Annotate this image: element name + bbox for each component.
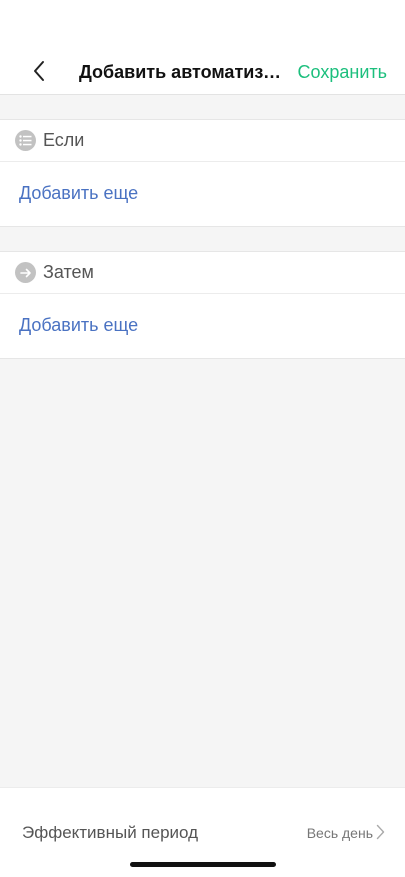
effective-period-label: Эффективный период (22, 823, 199, 842)
then-section-header: Затем (0, 252, 405, 294)
save-button[interactable]: Сохранить (298, 61, 387, 83)
add-action-link[interactable]: Добавить еще (0, 315, 405, 336)
navigation-bar: Добавить автоматизацию Сохранить (0, 0, 405, 95)
if-section-header: Если (0, 120, 405, 162)
chevron-right-icon (376, 824, 385, 840)
then-section-title: Затем (43, 262, 94, 282)
then-section: Затем Добавить еще (0, 251, 405, 359)
if-section: Если Добавить еще (0, 119, 405, 227)
effective-period-value: Весь день (306, 825, 373, 841)
page-title: Добавить автоматизацию (79, 62, 287, 82)
home-indicator (130, 862, 276, 867)
add-condition-link[interactable]: Добавить еще (0, 183, 405, 204)
back-button[interactable] (24, 56, 54, 86)
list-icon (15, 130, 36, 151)
arrow-right-icon (15, 262, 36, 283)
chevron-left-icon (34, 61, 44, 81)
if-section-title: Если (43, 130, 85, 150)
effective-period-row[interactable]: Эффективный период Весь день (0, 816, 405, 850)
